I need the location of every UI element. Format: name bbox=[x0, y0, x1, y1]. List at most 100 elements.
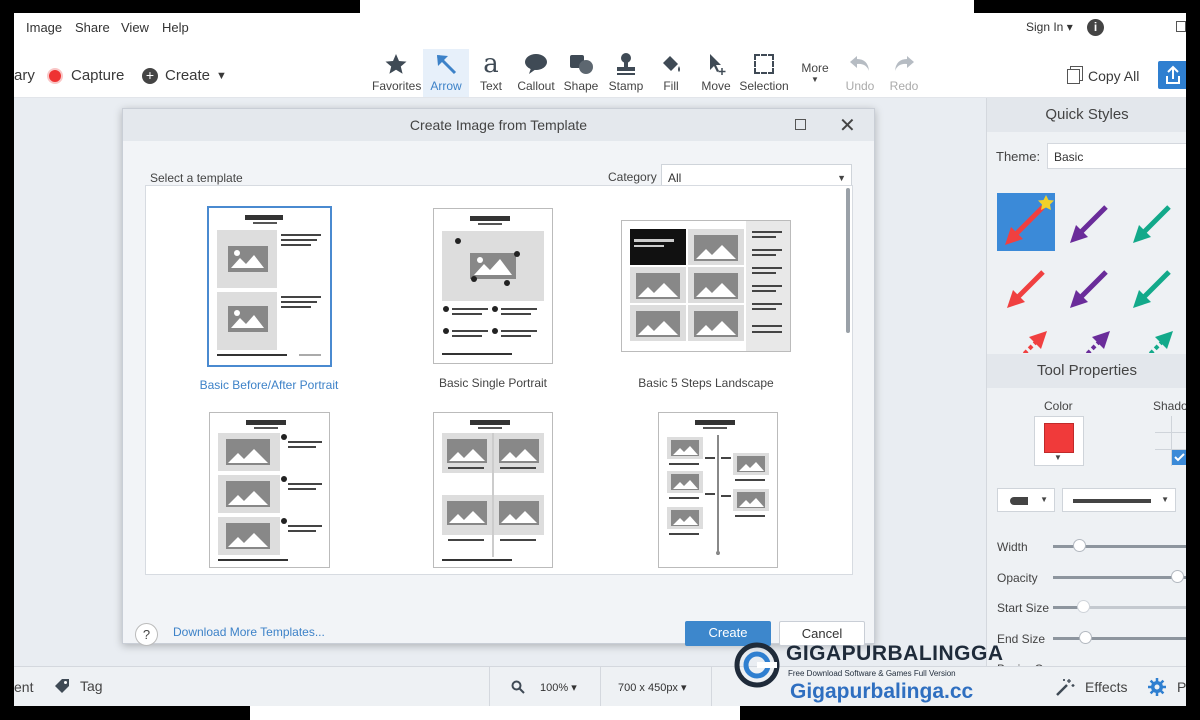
template-thumbnail bbox=[433, 208, 553, 364]
tool-text[interactable]: a Text bbox=[468, 49, 514, 97]
star-icon bbox=[372, 49, 420, 79]
end-size-slider[interactable] bbox=[1053, 637, 1186, 640]
menu-image[interactable]: Image bbox=[26, 20, 62, 35]
share-icon bbox=[1166, 65, 1180, 84]
template-card[interactable]: Basic Single Portrait bbox=[403, 208, 583, 390]
help-button[interactable]: ? bbox=[135, 623, 158, 646]
category-label: Category bbox=[608, 170, 657, 184]
library-button[interactable]: ary bbox=[14, 67, 35, 84]
menu-view[interactable]: View bbox=[121, 20, 149, 35]
arrow-icon bbox=[423, 49, 469, 79]
style-red-dotted[interactable] bbox=[997, 323, 1055, 353]
properties-button[interactable]: P bbox=[1147, 677, 1186, 697]
style-red-arrow-2[interactable] bbox=[997, 258, 1055, 316]
share-button[interactable] bbox=[1158, 61, 1186, 89]
template-card[interactable]: Basic Before/After Portrait bbox=[179, 206, 359, 392]
chevron-down-icon: ▼ bbox=[1054, 453, 1062, 462]
opacity-label: Opacity bbox=[997, 571, 1038, 585]
tool-favorites[interactable]: Favorites bbox=[372, 49, 421, 97]
line-style-select[interactable]: ▼ bbox=[1062, 488, 1176, 512]
capture-button[interactable]: Capture bbox=[47, 67, 124, 84]
tool-stamp[interactable]: Stamp bbox=[603, 49, 649, 97]
style-teal-dotted[interactable] bbox=[1123, 323, 1181, 353]
watermark-brand: GIGAPURBALINGGA bbox=[786, 642, 1004, 665]
theme-label: Theme: bbox=[996, 149, 1041, 164]
template-card[interactable] bbox=[403, 412, 583, 574]
copy-all-button[interactable]: Copy All bbox=[1067, 68, 1139, 84]
zoom-control[interactable]: 100% ▾ bbox=[511, 680, 577, 694]
start-size-slider-knob[interactable] bbox=[1077, 600, 1090, 613]
tag-button[interactable]: Tag bbox=[54, 678, 103, 694]
close-icon[interactable]: ✕ bbox=[839, 113, 856, 138]
menu-share[interactable]: Share bbox=[75, 20, 110, 35]
info-icon[interactable]: i bbox=[1087, 19, 1104, 36]
arrow-style-icon bbox=[1070, 205, 1108, 243]
tool-fill[interactable]: Fill bbox=[648, 49, 694, 97]
arrow-style-icon bbox=[1148, 331, 1173, 353]
search-icon bbox=[511, 680, 525, 694]
tool-move[interactable]: Move bbox=[693, 49, 739, 97]
watermark: GIGAPURBALINGGA Free Download Software &… bbox=[734, 640, 1003, 704]
line-cap-icon bbox=[1010, 497, 1028, 505]
tool-properties-header: Tool Properties bbox=[987, 354, 1186, 388]
arrow-style-icon bbox=[1070, 270, 1108, 308]
arrow-style-icon bbox=[1007, 270, 1045, 308]
menu-help[interactable]: Help bbox=[162, 20, 189, 35]
style-teal-arrow[interactable] bbox=[1123, 193, 1181, 251]
style-red-arrow-selected[interactable] bbox=[997, 193, 1055, 251]
chevron-down-icon: ▼ bbox=[837, 173, 846, 183]
theme-select[interactable]: Basic bbox=[1047, 143, 1186, 169]
callout-icon bbox=[513, 49, 559, 79]
restore-window-icon[interactable] bbox=[1176, 21, 1186, 32]
start-size-fill bbox=[1053, 606, 1079, 609]
style-teal-arrow-2[interactable] bbox=[1123, 258, 1181, 316]
arrow-style-icon bbox=[1022, 331, 1047, 353]
template-card[interactable] bbox=[179, 412, 359, 574]
opacity-slider-knob[interactable] bbox=[1171, 570, 1184, 583]
divider bbox=[489, 667, 490, 706]
width-slider-knob[interactable] bbox=[1073, 539, 1086, 552]
template-card[interactable]: Basic 5 Steps Landscape bbox=[606, 220, 806, 390]
stamp-icon bbox=[603, 49, 649, 79]
divider bbox=[600, 667, 601, 706]
tool-callout[interactable]: Callout bbox=[513, 49, 559, 97]
tool-selection[interactable]: Selection bbox=[738, 49, 790, 97]
status-left-label[interactable]: ent bbox=[14, 679, 33, 695]
magic-wand-icon bbox=[1056, 679, 1075, 696]
line-cap-select[interactable]: ▼ bbox=[997, 488, 1055, 512]
create-button[interactable]: + Create ▼ bbox=[142, 67, 227, 84]
sign-in-button[interactable]: Sign In ▾ bbox=[1026, 20, 1073, 34]
divider bbox=[711, 667, 712, 706]
redo-icon bbox=[881, 49, 927, 79]
effects-button[interactable]: Effects bbox=[1055, 678, 1128, 696]
style-purple-dotted[interactable] bbox=[1060, 323, 1118, 353]
fill-bucket-icon bbox=[648, 49, 694, 79]
template-dialog: Create Image from Template ✕ Select a te… bbox=[122, 108, 875, 646]
shadow-label: Shado bbox=[1153, 399, 1186, 413]
tag-icon bbox=[55, 679, 69, 693]
tool-shape[interactable]: Shape bbox=[558, 49, 604, 97]
shape-icon bbox=[558, 49, 604, 79]
template-card[interactable] bbox=[628, 412, 808, 574]
record-icon bbox=[47, 67, 63, 84]
chevron-down-icon: ▼ bbox=[811, 75, 819, 84]
arrow-style-icon bbox=[1133, 205, 1171, 243]
undo-button[interactable]: Undo bbox=[837, 49, 883, 97]
maximize-icon[interactable] bbox=[795, 119, 806, 130]
quick-styles-header: Quick Styles bbox=[987, 98, 1186, 132]
style-purple-arrow[interactable] bbox=[1060, 193, 1118, 251]
tool-arrow[interactable]: Arrow bbox=[423, 49, 469, 97]
canvas-size-control[interactable]: 700 x 450px ▾ bbox=[618, 681, 687, 694]
more-tools-button[interactable]: More ▼ bbox=[792, 49, 838, 97]
shadow-grid[interactable] bbox=[1155, 416, 1186, 466]
template-thumbnail bbox=[206, 206, 332, 367]
download-templates-link[interactable]: Download More Templates... bbox=[173, 625, 325, 639]
style-purple-arrow-2[interactable] bbox=[1060, 258, 1118, 316]
scrollbar[interactable] bbox=[846, 188, 850, 333]
end-size-slider-knob[interactable] bbox=[1079, 631, 1092, 644]
color-picker[interactable]: ▼ bbox=[1034, 416, 1084, 466]
redo-button[interactable]: Redo bbox=[881, 49, 927, 97]
create-label: Create bbox=[165, 67, 211, 84]
template-name: Basic 5 Steps Landscape bbox=[638, 376, 774, 390]
opacity-slider[interactable] bbox=[1053, 576, 1186, 579]
